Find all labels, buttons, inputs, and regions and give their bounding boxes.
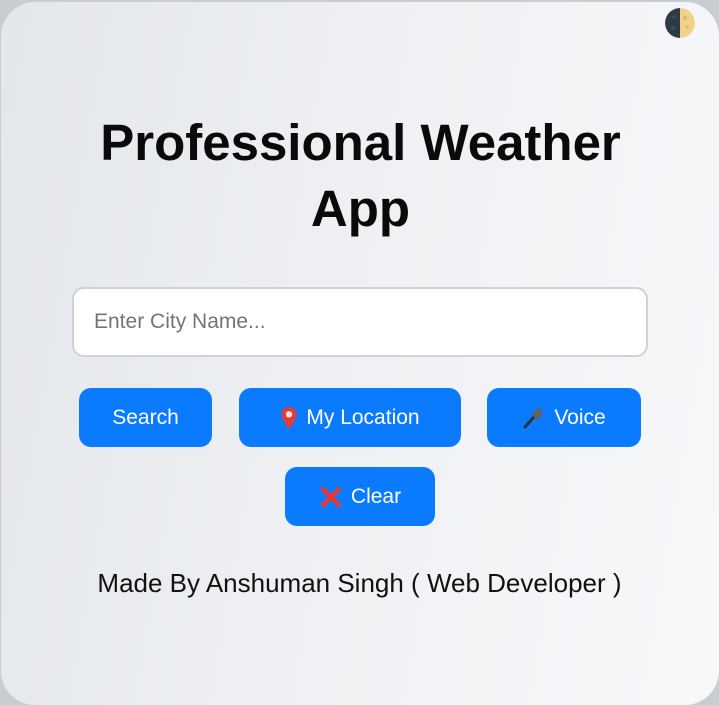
footer-credit: Made By Anshuman Singh ( Web Developer )	[97, 568, 622, 598]
page-title: Professional Weather App	[1, 110, 719, 242]
my-location-button-label: My Location	[306, 405, 420, 429]
my-location-button[interactable]: My Location	[239, 388, 461, 447]
title-line-2: App	[310, 180, 411, 237]
search-button[interactable]: Search	[79, 388, 212, 447]
microphone-icon	[522, 406, 546, 430]
title-line-1: Professional Weather	[100, 114, 621, 171]
theme-toggle-button[interactable]	[665, 8, 695, 38]
cross-icon	[319, 485, 343, 509]
clear-button[interactable]: Clear	[285, 467, 435, 526]
moon-icon	[665, 8, 695, 38]
search-button-label: Search	[112, 405, 179, 429]
voice-button[interactable]: Voice	[487, 388, 641, 447]
city-search-input[interactable]	[72, 287, 648, 357]
clear-button-label: Clear	[350, 484, 402, 508]
voice-button-label: Voice	[554, 405, 606, 429]
pin-icon	[280, 406, 298, 430]
